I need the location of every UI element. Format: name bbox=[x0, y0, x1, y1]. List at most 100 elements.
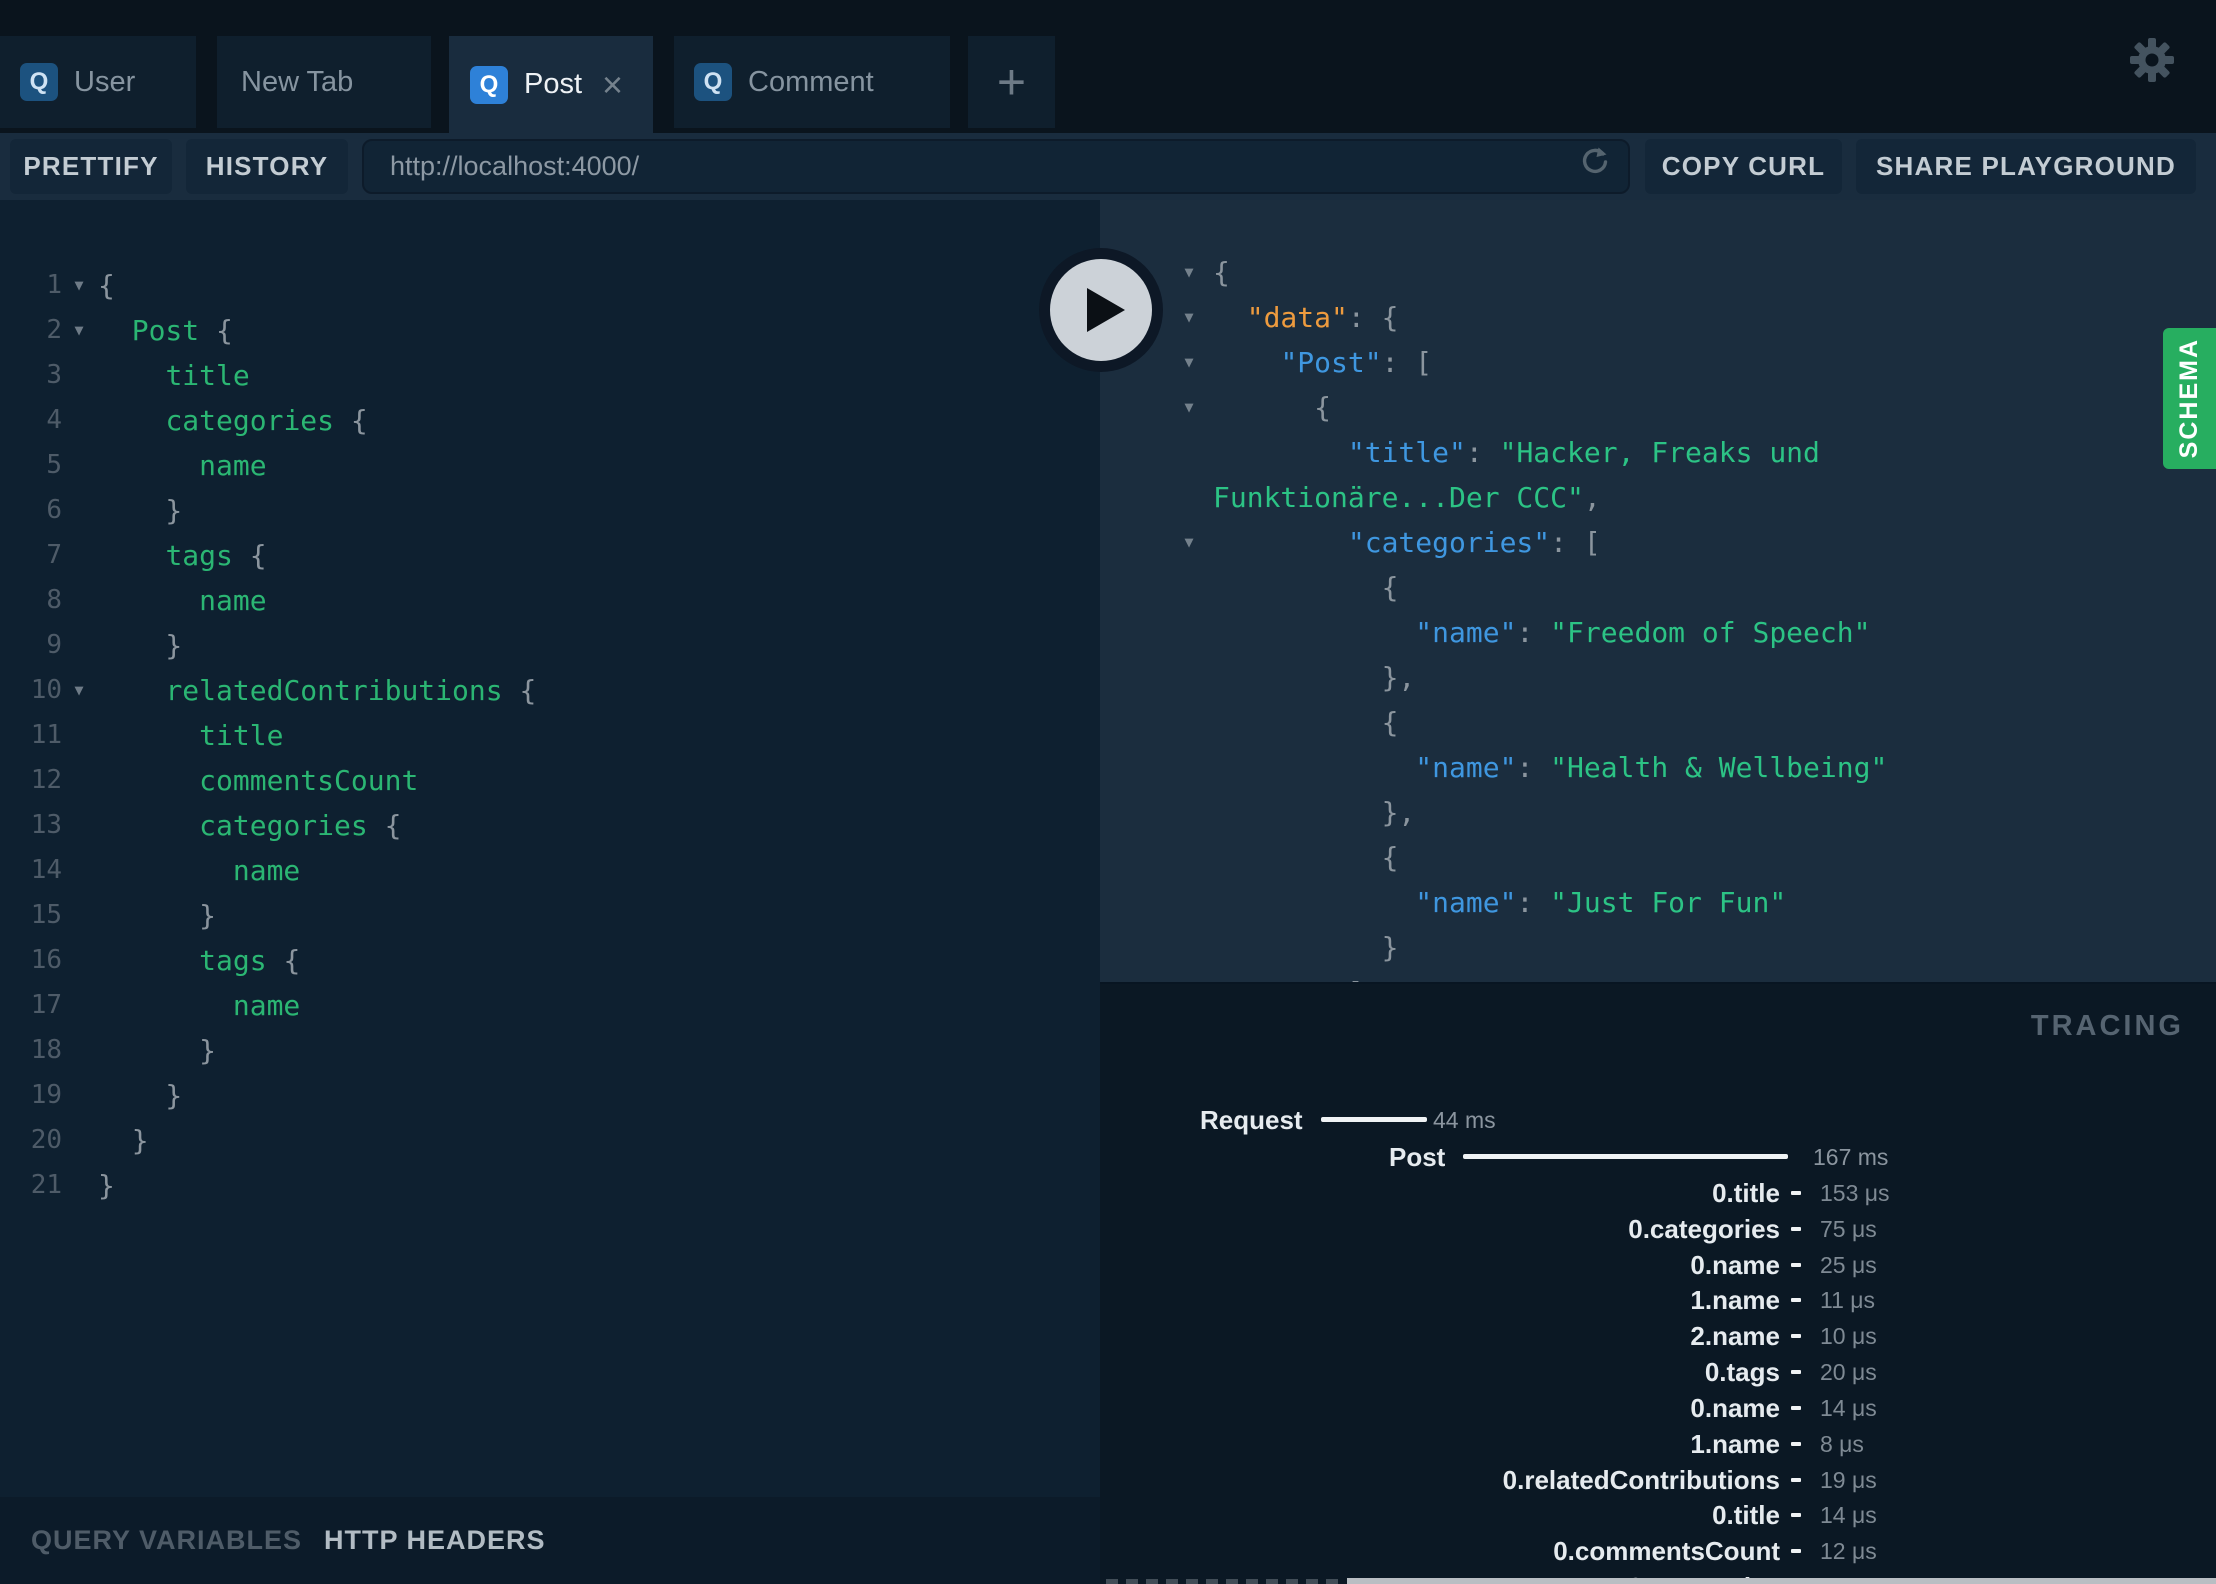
query-editor[interactable]: 1 ▼{2 ▼ Post {3 title 4 categories {5 name 6… bbox=[0, 200, 1100, 1497]
line-number: 2 bbox=[46, 315, 62, 345]
collapse-arrow-icon[interactable]: ▼ bbox=[1176, 520, 1202, 565]
collapse-arrow-icon[interactable]: ▼ bbox=[1176, 295, 1202, 340]
execute-query-button[interactable] bbox=[1039, 248, 1163, 372]
tracing-field-label: 0.title bbox=[1712, 1500, 1780, 1530]
response-line: ▼ "categories": [ bbox=[1100, 520, 2216, 565]
code-text: Funktionäre...Der CCC", bbox=[1213, 475, 1601, 520]
collapse-arrow-icon[interactable]: ▼ bbox=[1176, 250, 1202, 295]
code-token: categories bbox=[165, 404, 335, 437]
tab-user[interactable]: Q User bbox=[0, 36, 196, 128]
response-line: ▼ { bbox=[1100, 385, 2216, 430]
schema-tab[interactable]: SCHEMA bbox=[2163, 328, 2216, 469]
tab-post[interactable]: Q Post × bbox=[449, 36, 653, 133]
tracing-row: 0.title 153 μs bbox=[1100, 1179, 2216, 1207]
editor-line: 18 } bbox=[0, 1028, 1100, 1073]
code-token: "Health & Wellbeing" bbox=[1550, 751, 1888, 784]
line-number: 20 bbox=[30, 1125, 62, 1155]
code-token: : bbox=[1516, 886, 1551, 919]
editor-line: 10 ▼ relatedContributions { bbox=[0, 668, 1100, 713]
code-text: ] bbox=[1213, 970, 1365, 982]
prettify-button[interactable]: PRETTIFY bbox=[10, 139, 172, 194]
http-headers-tab[interactable]: HTTP HEADERS bbox=[324, 1497, 546, 1584]
code-text: } bbox=[98, 623, 182, 668]
line-number: 12 bbox=[30, 765, 62, 795]
code-text: "name": "Health & Wellbeing" bbox=[1213, 745, 1887, 790]
query-badge-icon: Q bbox=[694, 63, 732, 101]
tracing-duration-bar bbox=[1463, 1154, 1788, 1159]
horizontal-scrollbar[interactable] bbox=[1347, 1578, 2216, 1584]
collapse-arrow-icon[interactable]: ▼ bbox=[1176, 340, 1202, 385]
new-tab-button[interactable]: + bbox=[968, 36, 1055, 128]
tracing-dash bbox=[1791, 1298, 1801, 1302]
code-token: { bbox=[502, 674, 537, 707]
tracing-dash bbox=[1791, 1334, 1801, 1338]
code-token: } bbox=[1213, 931, 1399, 964]
tracing-field-label: 0.name bbox=[1690, 1393, 1780, 1423]
tab-new-tab[interactable]: New Tab bbox=[217, 36, 431, 128]
code-token: { bbox=[232, 539, 267, 572]
response-line: ▼ "Post": [ bbox=[1100, 340, 2216, 385]
tracing-row: 0.categories 75 μs bbox=[1100, 1215, 2216, 1243]
response-line: } bbox=[1100, 925, 2216, 970]
tracing-field-label: 0.tags bbox=[1704, 1357, 1780, 1387]
tracing-row: 0.tags 20 μs bbox=[1100, 1358, 2216, 1386]
line-number: 9 bbox=[46, 630, 62, 660]
code-text: "data": { bbox=[1213, 295, 1399, 340]
editor-line: 2 ▼ Post { bbox=[0, 308, 1100, 353]
editor-line: 15 } bbox=[0, 893, 1100, 938]
code-token: { bbox=[1213, 571, 1399, 604]
code-token: "name" bbox=[1415, 616, 1517, 649]
code-token: "name" bbox=[1415, 751, 1517, 784]
tracing-dash bbox=[1791, 1263, 1801, 1267]
code-text: { bbox=[1213, 250, 1230, 295]
share-playground-button[interactable]: SHARE PLAYGROUND bbox=[1856, 139, 2196, 194]
tracing-field-value: 20 μs bbox=[1820, 1359, 1877, 1385]
line-number: 14 bbox=[30, 855, 62, 885]
code-token: "title" bbox=[1347, 436, 1466, 469]
code-text: title bbox=[98, 713, 283, 758]
fold-arrow-icon[interactable]: ▼ bbox=[66, 263, 92, 308]
code-text: }, bbox=[1213, 655, 1416, 700]
copy-curl-button[interactable]: COPY CURL bbox=[1645, 139, 1842, 194]
tab-label: User bbox=[74, 65, 136, 98]
tracing-dash bbox=[1791, 1478, 1801, 1482]
tracing-panel: TRACING Request 44 ms Post 167 ms 0.title 153… bbox=[1100, 982, 2216, 1584]
line-number: 19 bbox=[30, 1080, 62, 1110]
code-text: "title": "Hacker, Freaks und bbox=[1213, 430, 1820, 475]
code-token: { bbox=[1213, 256, 1230, 289]
code-token: }, bbox=[1213, 661, 1416, 694]
fold-arrow-icon[interactable]: ▼ bbox=[66, 308, 92, 353]
collapse-arrow-icon[interactable]: ▼ bbox=[1176, 385, 1202, 430]
tracing-field-value: 25 μs bbox=[1820, 1252, 1877, 1278]
line-number: 10 bbox=[30, 675, 62, 705]
history-button[interactable]: HISTORY bbox=[186, 139, 348, 194]
query-variables-tab[interactable]: QUERY VARIABLES bbox=[31, 1497, 302, 1584]
endpoint-url-input[interactable]: http://localhost:4000/ bbox=[362, 139, 1630, 194]
tracing-field-label: 0.commentsCount bbox=[1553, 1536, 1780, 1566]
line-number: 5 bbox=[46, 450, 62, 480]
tracing-row: 0.relatedContributions 19 μs bbox=[1100, 1466, 2216, 1494]
editor-line: 14 name bbox=[0, 848, 1100, 893]
line-number: 1 bbox=[46, 270, 62, 300]
tracing-span-label: Post bbox=[1389, 1142, 1446, 1172]
editor-line: 19 } bbox=[0, 1073, 1100, 1118]
reload-icon[interactable] bbox=[1578, 145, 1612, 179]
gear-icon[interactable] bbox=[2128, 36, 2176, 84]
response-line: ▼ "data": { bbox=[1100, 295, 2216, 340]
fold-arrow-icon[interactable]: ▼ bbox=[66, 668, 92, 713]
code-token: { bbox=[266, 944, 301, 977]
graphql-playground-window: Q User New Tab Q Post × Q Comment + PRET… bbox=[0, 0, 2216, 1584]
tracing-row: 0.title 14 μs bbox=[1100, 1501, 2216, 1529]
tab-comment[interactable]: Q Comment bbox=[674, 36, 950, 128]
code-token: Funktionäre...Der CCC" bbox=[1213, 481, 1584, 514]
close-icon[interactable]: × bbox=[602, 66, 623, 102]
code-text: } bbox=[1213, 925, 1399, 970]
